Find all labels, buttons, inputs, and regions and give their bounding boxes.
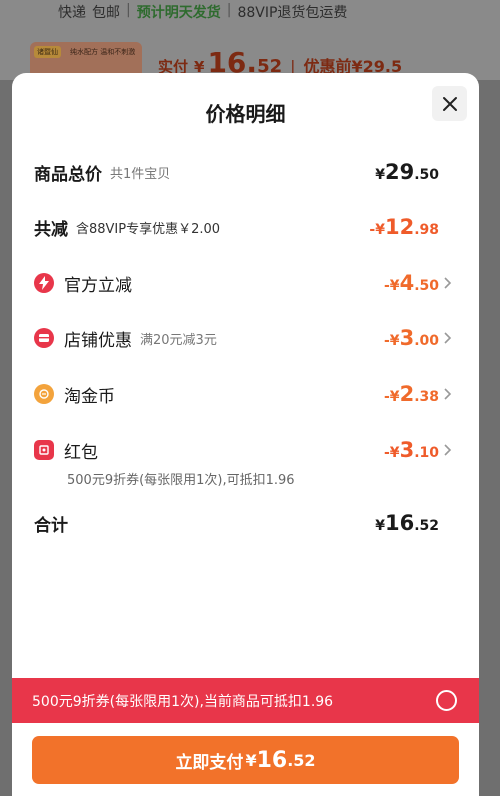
- price-detail-sheet: 价格明细 商品总价 共1件宝贝 ¥ 29 .50 共减 含88VIP专享优惠￥2…: [12, 73, 479, 796]
- amount-dec: .50: [414, 278, 439, 294]
- row-label: 共减: [34, 219, 68, 240]
- amount-currency: ¥: [375, 167, 385, 183]
- coupon-radio[interactable]: [436, 690, 457, 711]
- shipping-eta: 预计明天发货: [136, 5, 221, 21]
- coupon-text: 500元9折券(每张限用1次),当前商品可抵扣1.96: [32, 693, 334, 710]
- row-official-discount[interactable]: 官方立减 -¥ 4 .50: [34, 268, 453, 298]
- amount-int: 29: [384, 160, 415, 184]
- amount-dec: .98: [414, 222, 439, 238]
- row-red-packet[interactable]: 红包 -¥ 3 .10: [34, 435, 453, 465]
- pay-dec: .52: [287, 750, 316, 770]
- pay-label: 立即支付: [175, 752, 244, 773]
- row-amount: -¥ 12 .98: [369, 215, 439, 239]
- amount-currency: -¥: [384, 445, 400, 461]
- row-amount: -¥ 3 .00: [384, 326, 439, 350]
- amount-dec: .52: [414, 518, 439, 534]
- row-amount: ¥ 29 .50: [375, 160, 439, 184]
- shipping-free: 包邮: [92, 5, 120, 21]
- chevron-right-icon: [444, 388, 452, 400]
- amount-currency: -¥: [369, 222, 385, 238]
- pay-currency: ¥: [245, 750, 257, 770]
- lightning-icon: [34, 273, 54, 293]
- row-amount: ¥ 16 .52: [375, 511, 439, 535]
- amount-dec: .00: [414, 333, 439, 349]
- coupon-bar[interactable]: 500元9折券(每张限用1次),当前商品可抵扣1.96: [12, 678, 479, 723]
- chevron-right-icon: [444, 444, 452, 456]
- row-label: 商品总价: [34, 164, 102, 185]
- pay-now-button[interactable]: 立即支付 ¥ 16 .52: [32, 736, 459, 784]
- row-label: 合计: [34, 515, 68, 536]
- pay-int: 16: [256, 747, 288, 773]
- row-grand-total: 合计 ¥ 16 .52: [34, 508, 453, 538]
- chevron-right-icon: [444, 332, 452, 344]
- sheet-title: 价格明细: [205, 102, 286, 126]
- amount-int: 12: [384, 215, 415, 239]
- row-label: 红包: [64, 442, 98, 463]
- shipping-info: 快递 包邮 | 预计明天发货 | 88VIP退货包运费: [58, 2, 347, 22]
- shipping-separator: |: [126, 2, 131, 18]
- row-amount: -¥ 4 .50: [384, 271, 439, 295]
- amount-dec: .50: [414, 167, 439, 183]
- chevron-right-icon: [444, 277, 452, 289]
- row-amount: -¥ 3 .10: [384, 438, 439, 462]
- shipping-return: 88VIP退货包运费: [237, 5, 348, 21]
- amount-currency: -¥: [384, 333, 400, 349]
- amount-int: 2: [399, 382, 415, 406]
- amount-currency: -¥: [384, 389, 400, 405]
- thumb-tag: 诸暨仙: [34, 46, 61, 58]
- close-icon: [442, 96, 457, 111]
- row-total-price: 商品总价 共1件宝贝 ¥ 29 .50: [34, 157, 453, 187]
- row-sublabel: 含88VIP专享优惠￥2.00: [76, 221, 221, 237]
- row-sublabel: 满20元减3元: [140, 332, 217, 348]
- shop-icon: [34, 328, 54, 348]
- amount-currency: ¥: [375, 518, 385, 534]
- amount-int: 4: [399, 271, 415, 295]
- amount-dec: .10: [414, 445, 439, 461]
- close-button[interactable]: [432, 86, 467, 121]
- red-packet-note: 500元9折券(每张限用1次),可抵扣1.96: [67, 473, 295, 488]
- thumb-tagline: 纯水配方 温和不刺激: [70, 48, 136, 56]
- row-label: 店铺优惠: [64, 330, 132, 351]
- coin-icon: [34, 384, 54, 404]
- row-sublabel: 共1件宝贝: [110, 166, 171, 182]
- red-packet-icon: [34, 440, 54, 460]
- background-page: 快递 包邮 | 预计明天发货 | 88VIP退货包运费 诸暨仙 纯水配方 温和不…: [0, 0, 500, 80]
- amount-int: 3: [399, 326, 415, 350]
- row-taojinbi[interactable]: 淘金币 -¥ 2 .38: [34, 379, 453, 409]
- shipping-express: 快递: [58, 5, 86, 21]
- row-label: 淘金币: [64, 386, 115, 407]
- row-shop-discount[interactable]: 店铺优惠 满20元减3元 -¥ 3 .00: [34, 323, 453, 353]
- row-label: 官方立减: [64, 275, 132, 296]
- amount-dec: .38: [414, 389, 439, 405]
- shipping-separator-2: |: [226, 2, 232, 18]
- row-total-discount: 共减 含88VIP专享优惠￥2.00 -¥ 12 .98: [34, 212, 453, 242]
- amount-currency: -¥: [384, 278, 400, 294]
- amount-int: 3: [399, 438, 415, 462]
- amount-int: 16: [384, 511, 415, 535]
- row-amount: -¥ 2 .38: [384, 382, 439, 406]
